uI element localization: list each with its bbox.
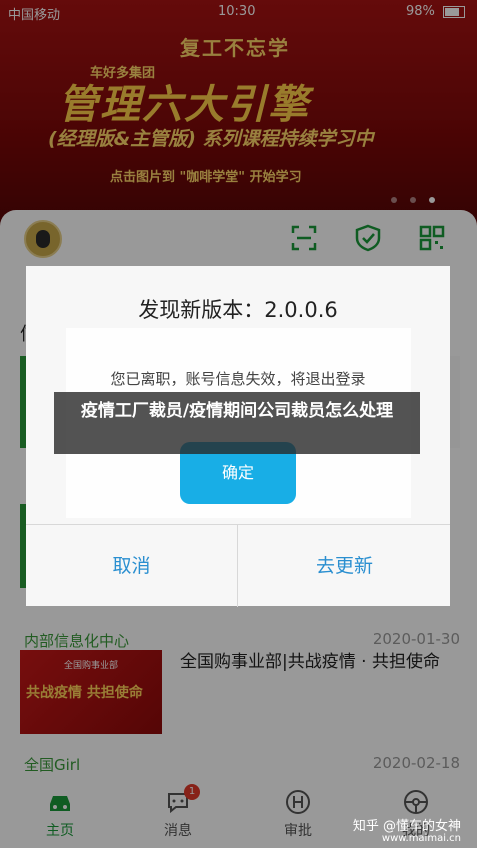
caption-text: 疫情工厂裁员/疫情期间公司裁员怎么处理	[80, 401, 394, 421]
caption-overlay: 疫情工厂裁员/疫情期间公司裁员怎么处理	[54, 392, 420, 454]
watermark-url: www.maimai.cn	[381, 833, 461, 844]
watermark-text: 知乎 @懂车的女神	[352, 819, 461, 834]
alert-message: 您已离职，账号信息失效，将退出登录	[110, 370, 366, 388]
watermark: 知乎 @懂车的女神 www.maimai.cn	[352, 815, 461, 844]
